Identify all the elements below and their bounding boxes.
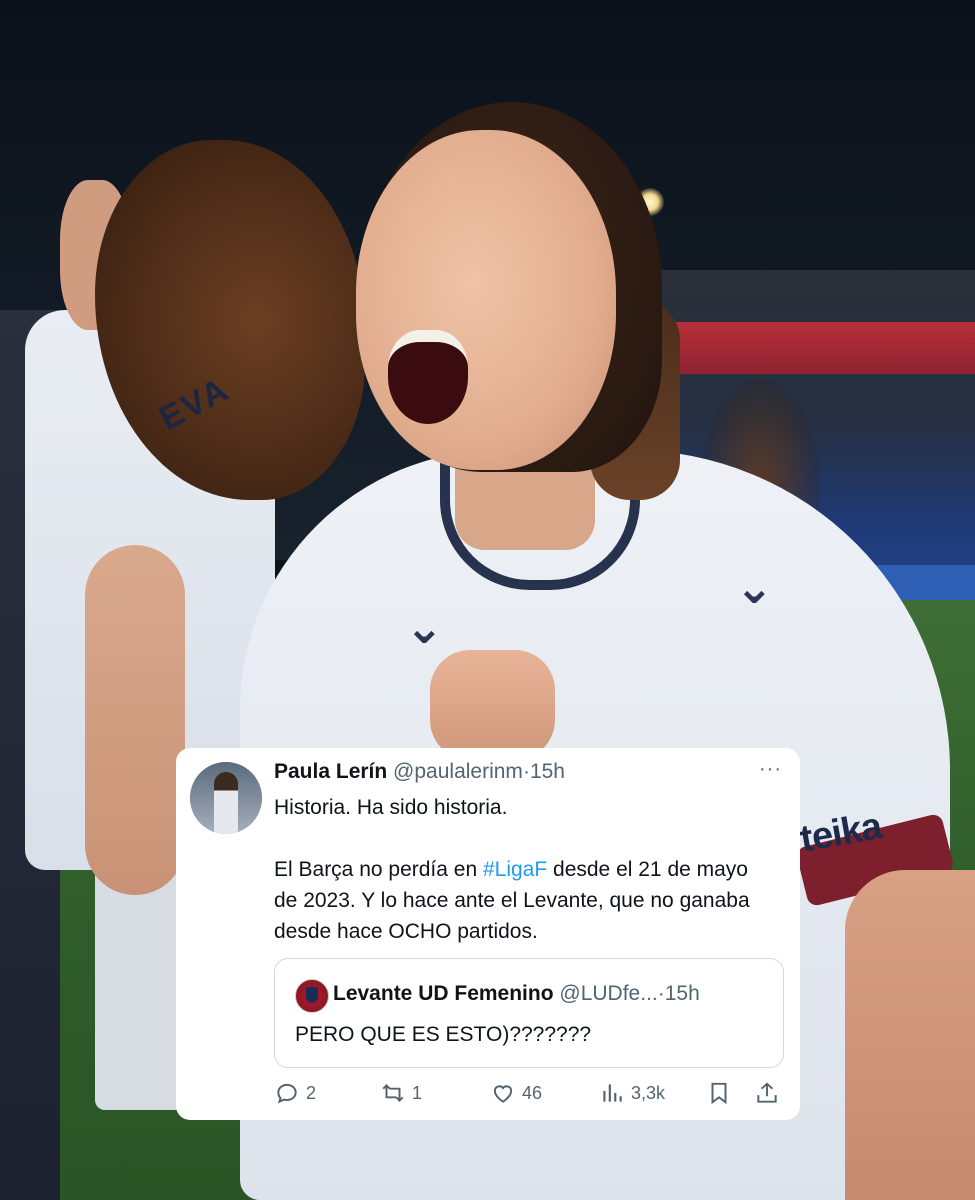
tweet-text-segment: El Barça no perdía en [274, 858, 483, 881]
tweet-actions: 2 1 46 3,3k [274, 1080, 784, 1110]
retweet-count: 1 [412, 1082, 423, 1103]
teammate-arm [85, 545, 185, 895]
player-arm [845, 870, 975, 1200]
view-count: 3,3k [631, 1082, 666, 1103]
hashtag-link[interactable]: #LigaF [483, 858, 547, 881]
heart-icon [493, 1085, 513, 1103]
stand-roof [630, 322, 975, 374]
separator-dot: · [657, 982, 665, 1005]
quoted-author-avatar[interactable] [295, 979, 329, 1013]
retweet-button[interactable]: 1 [380, 1080, 422, 1106]
quoted-tweet-text: PERO QUE ES ESTO)??????? [295, 1023, 592, 1046]
reply-count: 2 [306, 1082, 317, 1103]
author-avatar[interactable] [190, 762, 262, 834]
tweet-line: Historia. Ha sido historia. [274, 796, 508, 819]
quoted-author-handle[interactable]: @LUDfe... [559, 982, 657, 1005]
quoted-tweet[interactable]: Levante UD Femenino @LUDfe...·15h PERO Q… [274, 958, 784, 1068]
separator-dot: · [522, 760, 530, 783]
views-button[interactable]: 3,3k [599, 1080, 665, 1106]
quoted-author-name[interactable]: Levante UD Femenino [333, 982, 554, 1005]
reply-button[interactable]: 2 [274, 1080, 316, 1106]
player-fist [430, 650, 555, 760]
author-handle[interactable]: @paulalerinm [393, 760, 523, 783]
tweet-line: El Barça no perdía en #LigaF desde el 21… [274, 854, 774, 947]
player-mouth [388, 330, 468, 424]
retweet-icon [382, 1084, 404, 1102]
kit-logo-icon: ⌄ [735, 561, 774, 613]
tweet-card[interactable]: Paula Lerín @paulalerinm·15h ··· Histori… [176, 748, 800, 1120]
player-face [356, 130, 616, 470]
tweet-header: Paula Lerín @paulalerinm·15h [274, 760, 565, 784]
share-icon [757, 1082, 777, 1103]
share-button[interactable] [754, 1080, 780, 1106]
like-count: 46 [522, 1082, 543, 1103]
bookmark-icon [711, 1082, 727, 1105]
more-options-icon[interactable]: ··· [759, 758, 782, 781]
views-chart-icon [603, 1084, 622, 1102]
reply-icon [277, 1083, 297, 1104]
tweet-text: Historia. Ha sido historia. El Barça no … [274, 792, 774, 947]
quoted-tweet-header: Levante UD Femenino @LUDfe...·15h [333, 982, 700, 1006]
author-name[interactable]: Paula Lerín [274, 760, 387, 783]
tweet-time[interactable]: 15h [530, 760, 565, 783]
kit-logo-icon: ⌄ [405, 601, 444, 653]
quoted-tweet-time[interactable]: 15h [665, 982, 700, 1005]
like-button[interactable]: 46 [490, 1080, 542, 1106]
bookmark-button[interactable] [706, 1080, 732, 1106]
